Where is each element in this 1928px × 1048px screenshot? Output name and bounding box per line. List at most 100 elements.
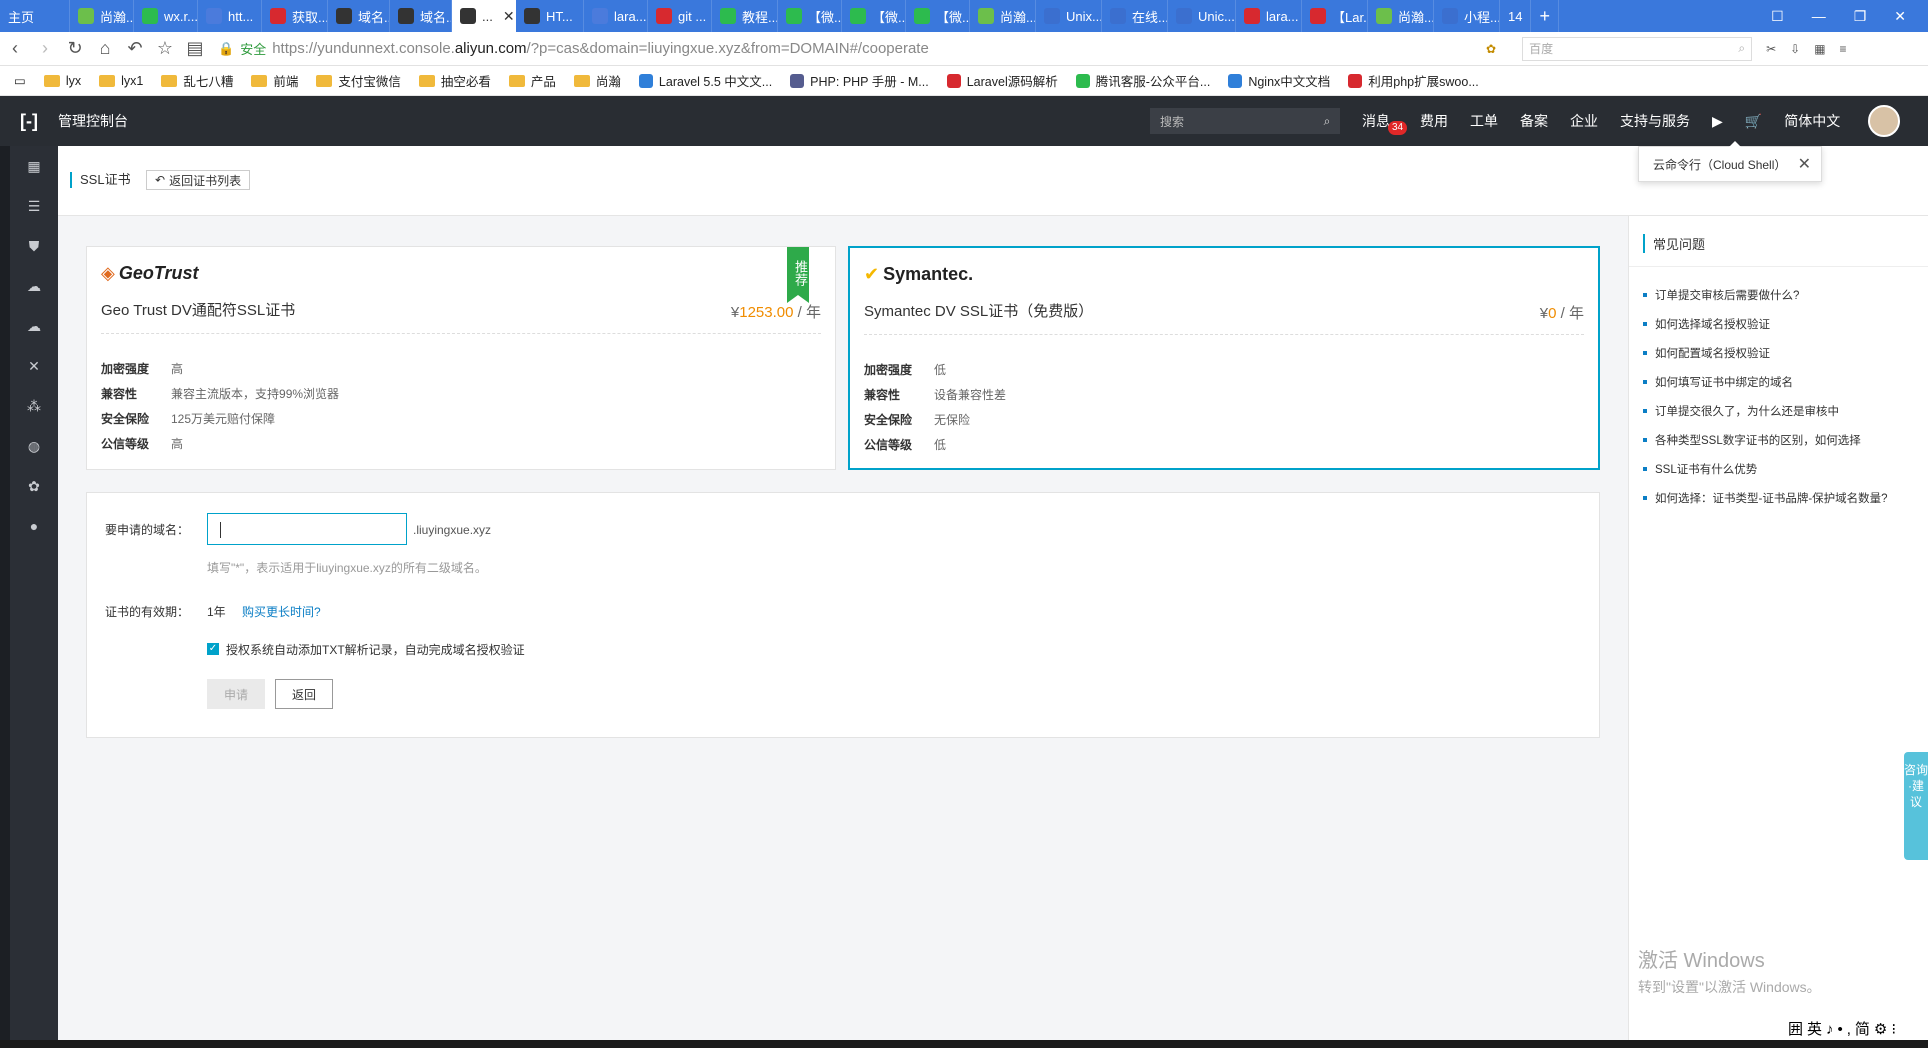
console-title[interactable]: 管理控制台 bbox=[58, 111, 128, 131]
nav-billing[interactable]: 费用 bbox=[1420, 111, 1448, 131]
back-icon[interactable]: ‹ bbox=[0, 38, 30, 59]
browser-search-input[interactable]: 百度 ⌕ bbox=[1522, 36, 1753, 61]
apply-button[interactable]: 申请 bbox=[207, 679, 265, 709]
browser-tab[interactable]: HT... bbox=[516, 0, 584, 32]
avatar[interactable] bbox=[1868, 105, 1901, 137]
browser-tab[interactable]: ... ✕ bbox=[452, 0, 516, 32]
back-to-list-button[interactable]: ↶ 返回证书列表 bbox=[146, 170, 251, 190]
browser-tab[interactable]: wx.r... bbox=[134, 0, 198, 32]
browser-tab[interactable]: htt... bbox=[198, 0, 262, 32]
nav-enterprise[interactable]: 企业 bbox=[1570, 111, 1598, 131]
return-button[interactable]: 返回 bbox=[275, 679, 333, 709]
bookmark-item[interactable]: Nginx中文文档 bbox=[1228, 71, 1330, 90]
globe-icon[interactable]: ◍ bbox=[10, 426, 58, 466]
browser-tab[interactable]: lara... bbox=[584, 0, 648, 32]
restore-icon[interactable]: ❐ bbox=[1854, 8, 1867, 25]
grid-icon[interactable]: ▦ bbox=[10, 146, 58, 186]
browser-tab[interactable]: Unix... bbox=[1036, 0, 1102, 32]
settings-cloud-icon[interactable]: ✿ bbox=[10, 466, 58, 506]
minimize-icon[interactable]: — bbox=[1812, 8, 1826, 25]
browser-tab[interactable]: lara... bbox=[1236, 0, 1302, 32]
browser-tab[interactable]: 尚瀚... bbox=[970, 0, 1036, 32]
forward-icon[interactable]: › bbox=[30, 38, 60, 59]
auto-txt-label[interactable]: 授权系统自动添加TXT解析记录，自动完成域名授权验证 bbox=[226, 641, 525, 658]
browser-tab[interactable]: 在线... bbox=[1102, 0, 1168, 32]
bookmark-item[interactable]: Laravel源码解析 bbox=[946, 71, 1058, 90]
tools-icon[interactable]: ✕ bbox=[10, 346, 58, 386]
url-field[interactable]: 🔒 安全 https://yundunnext.console.aliyun.c… bbox=[218, 36, 1468, 62]
screenshot-icon[interactable]: ✂ bbox=[1766, 42, 1776, 56]
nav-icp[interactable]: 备案 bbox=[1520, 111, 1548, 131]
star-icon[interactable]: ☆ bbox=[150, 38, 180, 59]
bookmark-item[interactable]: 产品 bbox=[508, 71, 556, 90]
apps-icon[interactable]: ▦ bbox=[1814, 42, 1825, 56]
download-icon[interactable]: ⇩ bbox=[1790, 42, 1800, 56]
nodes-icon[interactable]: ⁂ bbox=[10, 386, 58, 426]
bookmark-item[interactable]: 腾讯客服-公众平台... bbox=[1075, 71, 1210, 90]
search-icon[interactable]: ⌕ bbox=[1738, 41, 1745, 56]
list-icon[interactable]: ☰ bbox=[10, 186, 58, 226]
browser-tab[interactable]: Unic... bbox=[1168, 0, 1236, 32]
browser-tab[interactable]: 【微... bbox=[906, 0, 970, 32]
faq-item[interactable]: SSL证书有什么优势 bbox=[1643, 454, 1888, 483]
browser-tab[interactable]: 主页 bbox=[0, 0, 70, 32]
bookmark-item[interactable]: 前端 bbox=[251, 71, 298, 90]
bookmark-item[interactable]: 乱七八糟 bbox=[161, 71, 233, 90]
buy-longer-link[interactable]: 购买更长时间? bbox=[242, 603, 321, 620]
browser-tab[interactable]: 小程... bbox=[1434, 0, 1500, 32]
extension-icon[interactable]: ✿ bbox=[1486, 42, 1496, 56]
bookmark-item[interactable]: 抽空必看 bbox=[418, 71, 491, 90]
browser-tab[interactable]: 域名... bbox=[390, 0, 452, 32]
nav-support[interactable]: 支持与服务 bbox=[1620, 111, 1690, 131]
faq-item[interactable]: 订单提交审核后需要做什么? bbox=[1643, 280, 1888, 309]
cert-card-geotrust[interactable]: ◈ GeoTrust 推荐 Geo Trust DV通配符SSL证书 ¥1253.… bbox=[86, 246, 836, 470]
browser-tab[interactable]: 【微... bbox=[778, 0, 842, 32]
nav-tickets[interactable]: 工单 bbox=[1470, 111, 1498, 131]
bookmark-item[interactable]: lyx bbox=[43, 74, 81, 88]
new-tab-button[interactable]: + bbox=[1531, 0, 1559, 32]
shield-icon[interactable]: ⛊ bbox=[10, 226, 58, 266]
cloud-upload-icon[interactable]: ☁ bbox=[10, 306, 58, 346]
browser-tab[interactable]: 尚瀚... bbox=[70, 0, 134, 32]
cart-icon[interactable]: 🛒 bbox=[1745, 113, 1762, 130]
browser-tab[interactable]: 【微... bbox=[842, 0, 906, 32]
browser-tab[interactable]: git ... bbox=[648, 0, 712, 32]
reload-icon[interactable]: ↻ bbox=[60, 38, 90, 59]
domain-input[interactable] bbox=[207, 513, 407, 545]
bookmark-item[interactable]: 利用php扩展swoo... bbox=[1348, 71, 1479, 90]
browser-tab[interactable]: 域名... bbox=[328, 0, 390, 32]
tab-list-icon[interactable]: ☐ bbox=[1771, 8, 1784, 25]
bookmark-item[interactable]: Laravel 5.5 中文文... bbox=[638, 71, 772, 90]
menu-icon[interactable]: ≡ bbox=[1840, 42, 1847, 56]
tab-count[interactable]: 14 bbox=[1500, 0, 1532, 32]
close-tab-icon[interactable]: ✕ bbox=[503, 8, 515, 25]
reader-icon[interactable]: ▤ bbox=[180, 38, 210, 59]
bookmark-item[interactable]: lyx1 bbox=[99, 74, 143, 88]
browser-tab[interactable]: 获取... bbox=[262, 0, 328, 32]
close-window-icon[interactable]: ✕ bbox=[1894, 8, 1906, 25]
home-icon[interactable]: ⌂ bbox=[90, 38, 120, 59]
browser-tab[interactable]: 教程... bbox=[712, 0, 778, 32]
console-search-input[interactable]: 搜索 ⌕ bbox=[1150, 108, 1340, 134]
faq-item[interactable]: 如何配置域名授权验证 bbox=[1643, 338, 1888, 367]
browser-tab[interactable]: 尚瀚... bbox=[1368, 0, 1434, 32]
cert-card-symantec[interactable]: ✔ Symantec. Symantec DV SSL证书（免费版） ¥0 / 年… bbox=[848, 246, 1600, 470]
sidebar-toggle-icon[interactable]: ▭ bbox=[14, 73, 26, 88]
circle-icon[interactable]: ● bbox=[10, 506, 58, 546]
bookmark-item[interactable]: 尚瀚 bbox=[573, 71, 621, 90]
aliyun-logo-icon[interactable]: [-] bbox=[0, 111, 58, 132]
faq-item[interactable]: 订单提交很久了，为什么还是审核中 bbox=[1643, 396, 1888, 425]
advice-button[interactable]: 咨询·建议 bbox=[1904, 752, 1928, 860]
auto-txt-checkbox[interactable]: ✓ bbox=[207, 643, 219, 655]
faq-item[interactable]: 如何填写证书中绑定的域名 bbox=[1643, 367, 1888, 396]
close-icon[interactable]: ✕ bbox=[1798, 154, 1811, 174]
browser-tab[interactable]: 【Lar... bbox=[1302, 0, 1368, 32]
undo-icon[interactable]: ↶ bbox=[120, 38, 150, 59]
cloud-shell-icon[interactable]: ▶ bbox=[1712, 113, 1723, 130]
ime-toolbar[interactable]: 囲英♪•,简⚙⁝ bbox=[1788, 1018, 1900, 1039]
language-switch[interactable]: 简体中文 bbox=[1784, 111, 1840, 131]
faq-item[interactable]: 各种类型SSL数字证书的区别，如何选择 bbox=[1643, 425, 1888, 454]
bookmark-item[interactable]: 支付宝微信 bbox=[316, 71, 401, 90]
search-icon[interactable]: ⌕ bbox=[1314, 114, 1340, 129]
bookmark-item[interactable]: PHP: PHP 手册 - M... bbox=[790, 71, 929, 90]
